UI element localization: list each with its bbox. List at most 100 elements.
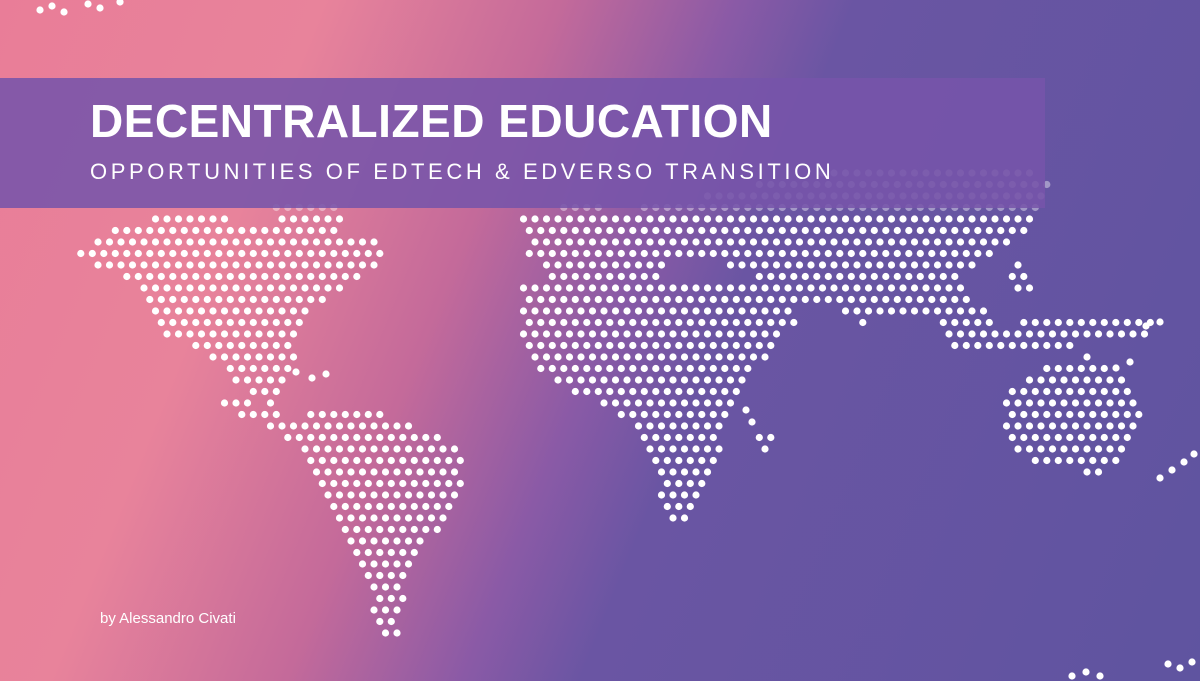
map-dot xyxy=(680,445,689,453)
map-dot xyxy=(1031,387,1039,396)
map-dot xyxy=(560,341,568,350)
map-dot xyxy=(646,215,654,223)
map-dot xyxy=(542,330,551,338)
map-dot xyxy=(347,422,355,430)
map-dot xyxy=(1089,364,1097,373)
map-dot xyxy=(841,284,850,292)
map-dot xyxy=(600,238,608,246)
map-dot xyxy=(439,468,447,476)
map-dot xyxy=(899,307,907,315)
map-dot xyxy=(663,433,671,442)
map-dot xyxy=(226,272,234,281)
map-dot xyxy=(732,364,740,373)
map-dot xyxy=(542,261,551,269)
map-dot xyxy=(1083,376,1091,384)
map-dot xyxy=(709,387,717,396)
map-dot xyxy=(807,238,815,246)
map-dot xyxy=(226,318,234,327)
map-dot xyxy=(962,295,970,304)
map-dot xyxy=(652,226,660,235)
map-dot xyxy=(956,330,965,338)
map-dot xyxy=(197,330,206,338)
map-dot xyxy=(387,479,395,488)
map-dot xyxy=(669,238,677,246)
map-dot xyxy=(646,261,654,269)
map-dot xyxy=(445,502,453,511)
map-dot xyxy=(238,410,246,419)
map-dot xyxy=(381,537,390,545)
map-dot xyxy=(985,341,993,350)
map-dot xyxy=(617,249,625,258)
map-dot xyxy=(663,387,671,396)
map-dot xyxy=(542,215,551,223)
map-dot xyxy=(623,376,631,384)
map-dot xyxy=(876,238,884,246)
map-dot xyxy=(542,353,551,361)
map-dot xyxy=(726,238,735,246)
map-dot xyxy=(1043,318,1051,327)
map-dot xyxy=(1054,433,1062,442)
map-dot xyxy=(922,215,930,223)
map-dot xyxy=(404,422,413,430)
map-dot xyxy=(680,284,689,292)
map-dot xyxy=(790,272,798,281)
map-dot xyxy=(1180,458,1188,466)
map-dot xyxy=(289,330,298,338)
map-dot xyxy=(1094,445,1103,453)
map-dot xyxy=(238,226,246,235)
map-dot xyxy=(157,249,165,258)
map-dot xyxy=(284,364,292,373)
map-dot xyxy=(381,606,390,614)
map-dot xyxy=(358,238,367,246)
map-dot xyxy=(330,410,338,419)
map-dot xyxy=(1002,399,1011,407)
map-dot xyxy=(364,433,372,442)
map-dot xyxy=(410,525,418,534)
map-dot xyxy=(1071,399,1080,407)
map-dot xyxy=(123,249,131,258)
map-dot xyxy=(767,318,775,327)
author-credit: by Alessandro Civati xyxy=(100,610,236,627)
map-dot xyxy=(1100,387,1108,396)
map-dot xyxy=(232,330,240,338)
map-dot xyxy=(1054,410,1062,419)
map-dot xyxy=(370,445,378,453)
map-dot xyxy=(1008,226,1016,235)
map-dot xyxy=(157,318,165,327)
map-dot xyxy=(657,261,666,269)
map-dot xyxy=(266,376,275,384)
map-dot xyxy=(703,445,712,453)
map-dot xyxy=(266,353,275,361)
map-dot xyxy=(174,330,183,338)
map-dot xyxy=(1048,330,1057,338)
map-dot xyxy=(220,261,229,269)
map-dot xyxy=(537,364,545,373)
map-dot xyxy=(824,272,832,281)
map-dot xyxy=(836,272,844,281)
map-dot xyxy=(910,307,919,315)
map-dot xyxy=(807,215,815,223)
map-dot xyxy=(600,330,608,338)
map-dot xyxy=(1082,668,1090,676)
map-dot xyxy=(795,261,804,269)
map-dot xyxy=(1077,456,1085,465)
map-dot xyxy=(341,272,349,281)
map-dot xyxy=(859,295,867,304)
map-dot xyxy=(393,445,401,453)
map-dot xyxy=(163,215,171,223)
map-dot xyxy=(698,226,706,235)
map-dot xyxy=(583,364,591,373)
map-dot xyxy=(243,238,252,246)
map-dot xyxy=(571,272,579,281)
map-dot xyxy=(560,318,568,327)
map-dot xyxy=(324,468,332,476)
map-dot xyxy=(686,295,694,304)
map-dot xyxy=(611,376,620,384)
map-dot xyxy=(801,226,809,235)
map-dot xyxy=(692,468,700,476)
map-dot xyxy=(393,537,401,545)
map-dot xyxy=(393,468,401,476)
map-dot xyxy=(617,341,625,350)
map-dot xyxy=(657,284,666,292)
map-dot xyxy=(324,215,332,223)
